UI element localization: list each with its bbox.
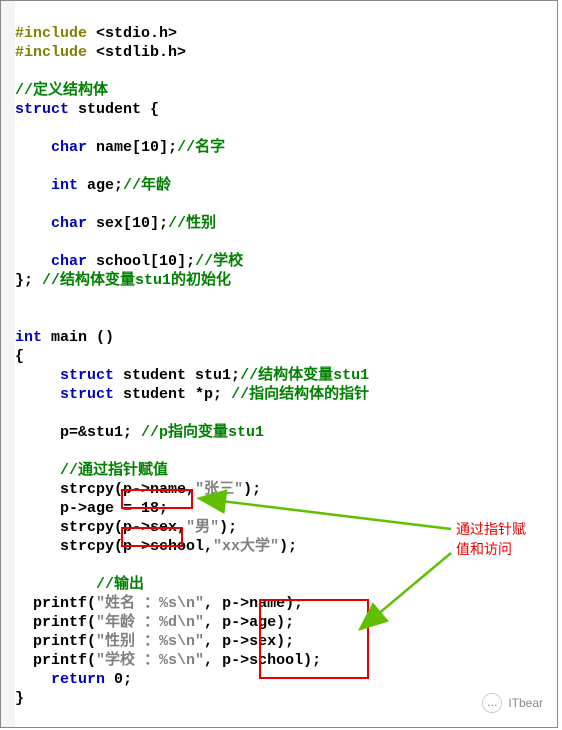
decl-name: name[ [87,139,141,156]
comment-struct: //定义结构体 [15,82,108,99]
num-0: 0 [114,671,123,688]
strcpy2a: strcpy( [60,519,123,536]
main-decl: main () [42,329,114,346]
annotation-line2: 值和访问 [456,539,526,559]
pf4s: "学校 ：%s\n" [96,652,204,669]
comment-assign-via-ptr: //通过指针赋值 [60,462,168,479]
include1-pp: #include [15,25,96,42]
watermark-icon: … [482,693,502,713]
pf2s: "年龄 ：%d\n" [96,614,204,631]
kw-char-sex: char [51,215,87,232]
ret-semi: ; [123,671,132,688]
decl-sex: sex[ [87,215,132,232]
pf2b: , [204,614,222,631]
annotation-line1: 通过指针赋 [456,519,526,539]
kw-struct: struct [15,101,69,118]
decl-sex-close: ]; [150,215,168,232]
comment-output: //输出 [96,576,144,593]
include2-pp: #include [15,44,96,61]
decl-school: school[ [87,253,159,270]
watermark-text: ITbear [508,694,543,713]
strcpy1-arg: p->name [123,481,186,498]
pf1s: "姓名 ：%s\n" [96,595,204,612]
kw-struct-p: struct [60,386,114,403]
pf2c: p->age); [222,614,294,631]
decl-name-close: ]; [159,139,177,156]
decl-age: age; [78,177,123,194]
p-assign: p=&stu1; [60,424,141,441]
p-decl: student *p; [114,386,231,403]
strcpy1-comma: , [186,481,195,498]
size-10-sex: 10 [132,215,150,232]
comment-p: //指向结构体的指针 [231,386,369,403]
strcpy1-end: ); [243,481,261,498]
pf1b: , [204,595,222,612]
pf4a: printf( [33,652,96,669]
comment-stu1: //结构体变量stu1 [240,367,369,384]
age-assign: p->age = [60,500,141,517]
include1-lib: <stdio.h> [96,25,177,42]
comment-name: //名字 [177,139,225,156]
kw-int-age: int [51,177,78,194]
pf4c: p->school); [222,652,321,669]
pf4b: , [204,652,222,669]
gutter [1,1,15,727]
size-10-name: 10 [141,139,159,156]
size-10-school: 10 [159,253,177,270]
comment-school: //学校 [195,253,243,270]
pf3b: , [204,633,222,650]
struct-name: student { [69,101,159,118]
semi1: ; [159,500,168,517]
pf3s: "性别 ：%s\n" [96,633,204,650]
annotation-text: 通过指针赋 值和访问 [456,519,526,559]
pf1c: p->name); [222,595,303,612]
stu1-decl: student stu1; [114,367,240,384]
pf3a: printf( [33,633,96,650]
num-18: 18 [141,500,159,517]
kw-char-name: char [51,139,87,156]
watermark: … ITbear [482,693,543,713]
pf1a: printf( [33,595,96,612]
strcpy2-arg: p->sex [123,519,177,536]
kw-struct-stu1: struct [60,367,114,384]
include2-lib: <stdlib.h> [96,44,186,61]
kw-char-school: char [51,253,87,270]
decl-school-close: ]; [177,253,195,270]
comment-age: //年龄 [123,177,171,194]
code-editor: #include <stdio.h> #include <stdlib.h> /… [0,0,558,728]
code-area: #include <stdio.h> #include <stdlib.h> /… [15,5,369,727]
str-nan: "男" [186,519,219,536]
strcpy2-end: ); [219,519,237,536]
main-close-brace: } [15,690,24,707]
str-xxuni: "xx大学" [213,538,279,555]
pf2a: printf( [33,614,96,631]
strcpy3a: strcpy(p->school, [60,538,213,555]
ret-sp [105,671,114,688]
struct-close: }; [15,272,42,289]
comment-stu1-init: //结构体变量stu1的初始化 [42,272,231,289]
strcpy2-comma: , [177,519,186,536]
strcpy3-end: ); [279,538,297,555]
str-zhangsan: "张三" [195,481,243,498]
strcpy1a: strcpy( [60,481,123,498]
pf3c: p->sex); [222,633,294,650]
main-open-brace: { [15,348,24,365]
comment-sex: //性别 [168,215,216,232]
kw-int-main: int [15,329,42,346]
comment-passign: //p指向变量stu1 [141,424,264,441]
kw-return: return [51,671,105,688]
